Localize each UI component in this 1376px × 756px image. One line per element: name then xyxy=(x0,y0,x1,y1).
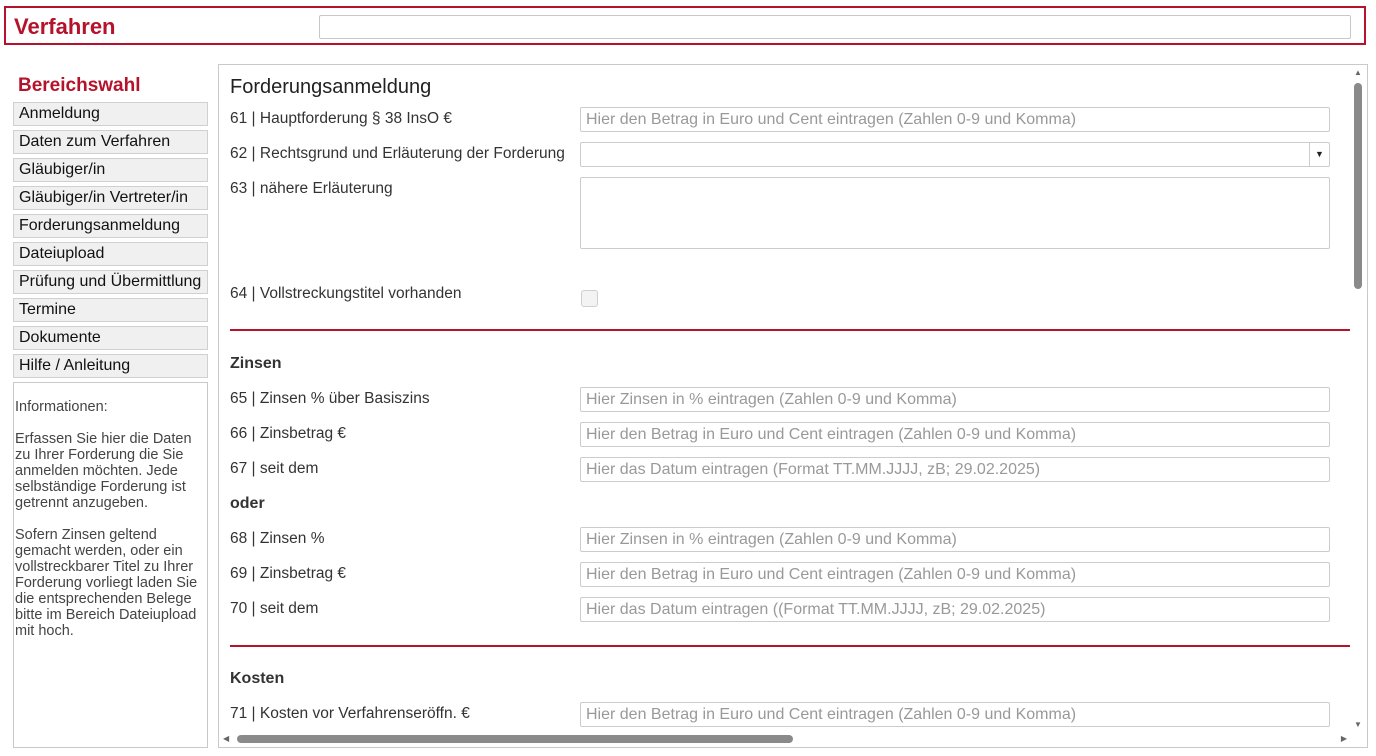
sidebar-item-pruefung[interactable]: Prüfung und Übermittlung xyxy=(13,270,208,294)
kosten-input[interactable] xyxy=(580,702,1330,727)
label-71: 71 | Kosten vor Verfahrenseröffn. € xyxy=(230,705,470,722)
label-65: 65 | Zinsen % über Basiszins xyxy=(230,390,430,407)
sidebar-item-termine[interactable]: Termine xyxy=(13,298,208,322)
sidebar-item-anmeldung[interactable]: Anmeldung xyxy=(13,102,208,126)
horizontal-scrollbar[interactable]: ◀ ▶ xyxy=(219,730,1351,747)
sidebar-item-dateiupload[interactable]: Dateiupload xyxy=(13,242,208,266)
label-69: 69 | Zinsbetrag € xyxy=(230,565,347,582)
header-input[interactable] xyxy=(319,15,1351,39)
form-panel: Forderungsanmeldung 61 | Hauptforderung … xyxy=(218,64,1368,748)
zinsen-prozent-input[interactable] xyxy=(580,527,1330,552)
section-divider xyxy=(230,645,1352,647)
rechtsgrund-select[interactable]: ▼ xyxy=(580,142,1330,167)
zinsbetrag-input[interactable] xyxy=(580,422,1330,447)
section-divider xyxy=(230,329,1352,331)
label-66: 66 | Zinsbetrag € xyxy=(230,425,347,442)
naehere-erlaeuterung-textarea[interactable] xyxy=(580,177,1330,249)
vollstreckungstitel-checkbox[interactable] xyxy=(581,290,598,307)
vertical-scrollbar[interactable]: ▲ ▼ xyxy=(1350,65,1367,731)
sidebar-item-dokumente[interactable]: Dokumente xyxy=(13,326,208,350)
info-heading: Informationen: xyxy=(15,399,108,415)
zinsen-heading: Zinsen xyxy=(230,355,282,372)
page-title: Verfahren xyxy=(14,14,116,39)
sidebar-item-forderungsanmeldung[interactable]: Forderungsanmeldung xyxy=(13,214,208,238)
scroll-right-icon[interactable]: ▶ xyxy=(1341,734,1347,743)
scroll-left-icon[interactable]: ◀ xyxy=(223,734,229,743)
info-paragraph-1: Erfassen Sie hier die Daten zu Ihrer For… xyxy=(15,431,192,511)
label-68: 68 | Zinsen % xyxy=(230,530,325,547)
label-67: 67 | seit dem xyxy=(230,460,319,477)
vertical-scroll-thumb[interactable] xyxy=(1354,83,1362,289)
info-paragraph-2: Sofern Zinsen geltend gemacht werden, od… xyxy=(15,527,198,639)
label-64: 64 | Vollstreckungstitel vorhanden xyxy=(230,285,462,302)
seit-dem-input[interactable] xyxy=(580,457,1330,482)
caret-down-icon: ▼ xyxy=(1309,143,1329,166)
label-70: 70 | seit dem xyxy=(230,600,319,617)
info-box: Informationen: Erfassen Sie hier die Dat… xyxy=(13,382,208,748)
zinsbetrag-2-input[interactable] xyxy=(580,562,1330,587)
label-62: 62 | Rechtsgrund und Erläuterung der For… xyxy=(230,145,565,162)
scroll-up-icon[interactable]: ▲ xyxy=(1354,68,1362,77)
label-63: 63 | nähere Erläuterung xyxy=(230,180,393,197)
oder-heading: oder xyxy=(230,495,265,512)
label-61: 61 | Hauptforderung § 38 InsO € xyxy=(230,110,453,127)
sidebar-item-daten-zum-verfahren[interactable]: Daten zum Verfahren xyxy=(13,130,208,154)
seit-dem-2-input[interactable] xyxy=(580,597,1330,622)
scrollbar-corner xyxy=(1350,730,1367,747)
scroll-down-icon[interactable]: ▼ xyxy=(1354,720,1362,729)
hauptforderung-input[interactable] xyxy=(580,107,1330,132)
sidebar-item-glaeubiger-vertreter[interactable]: Gläubiger/in Vertreter/in xyxy=(13,186,208,210)
header-bar: Verfahren xyxy=(4,6,1366,45)
horizontal-scroll-thumb[interactable] xyxy=(237,735,793,743)
kosten-heading: Kosten xyxy=(230,670,285,687)
sidebar-item-glaeubiger[interactable]: Gläubiger/in xyxy=(13,158,208,182)
sidebar-title: Bereichswahl xyxy=(18,75,141,96)
form-title: Forderungsanmeldung xyxy=(230,76,432,98)
sidebar-item-hilfe[interactable]: Hilfe / Anleitung xyxy=(13,354,208,378)
zinsen-basiszins-input[interactable] xyxy=(580,387,1330,412)
